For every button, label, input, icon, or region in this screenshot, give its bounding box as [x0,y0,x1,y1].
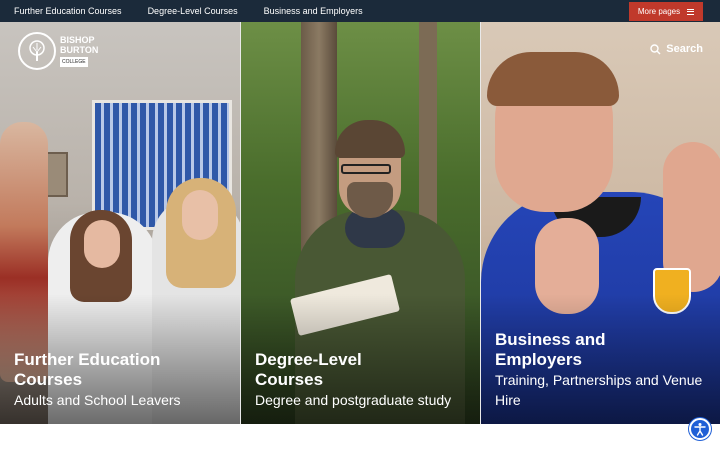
logo-line-2: BURTON [60,45,99,55]
hero-panels: BISHOP BURTON COLLEGE Further Education … [0,22,720,424]
logo-line-1: BISHOP [60,35,95,45]
panel-further-education[interactable]: BISHOP BURTON COLLEGE Further Education … [0,22,240,424]
panel-title: Degree-Level Courses [255,350,470,390]
logo-line-3: COLLEGE [60,57,88,67]
college-logo[interactable]: BISHOP BURTON COLLEGE [18,32,98,70]
accessibility-button[interactable] [689,418,711,440]
panel-caption: Degree-Level Courses Degree and postgrad… [255,350,470,410]
top-nav: Further Education Courses Degree-Level C… [14,0,363,22]
hamburger-icon [687,8,695,15]
panel-business-employers[interactable]: Search Business and Employers Training, … [480,22,720,424]
student-face [84,220,120,268]
search-label: Search [666,43,703,55]
logo-wordmark: BISHOP BURTON COLLEGE [60,35,98,67]
panel-subtitle: Degree and postgraduate study [255,392,452,408]
panel-caption: Business and Employers Training, Partner… [495,330,710,410]
more-pages-label: More pages [637,7,681,16]
more-pages-button[interactable]: More pages [629,2,703,21]
search-button[interactable]: Search [650,43,703,55]
panel-subtitle: Training, Partnerships and Venue Hire [495,372,703,408]
top-nav-bar: Further Education Courses Degree-Level C… [0,0,720,22]
panel-title: Further Education Courses [14,350,230,390]
panel-title-line-1: Degree-Level [255,350,362,369]
panel-title-line-2: Employers [495,350,582,369]
lecturer-glasses [341,164,391,174]
panel-subtitle: Adults and School Leavers [14,392,181,408]
panel-title-line-1: Further Education [14,350,161,369]
panel-title-line-2: Courses [255,370,324,389]
nav-link-business-employers[interactable]: Business and Employers [264,6,363,16]
student-face [182,190,218,240]
accessibility-icon [694,423,706,436]
panel-title-line-2: Courses [14,370,83,389]
panel-title: Business and Employers [495,330,710,370]
panel-degree-level[interactable]: Degree-Level Courses Degree and postgrad… [240,22,480,424]
nav-link-degree-level[interactable]: Degree-Level Courses [148,6,238,16]
tree-logo-icon [18,32,56,70]
search-icon [650,43,661,54]
panel-title-line-1: Business and [495,330,606,349]
panel-caption: Further Education Courses Adults and Sch… [14,350,230,410]
nav-link-further-education[interactable]: Further Education Courses [14,6,122,16]
speaker-hair [487,52,619,106]
